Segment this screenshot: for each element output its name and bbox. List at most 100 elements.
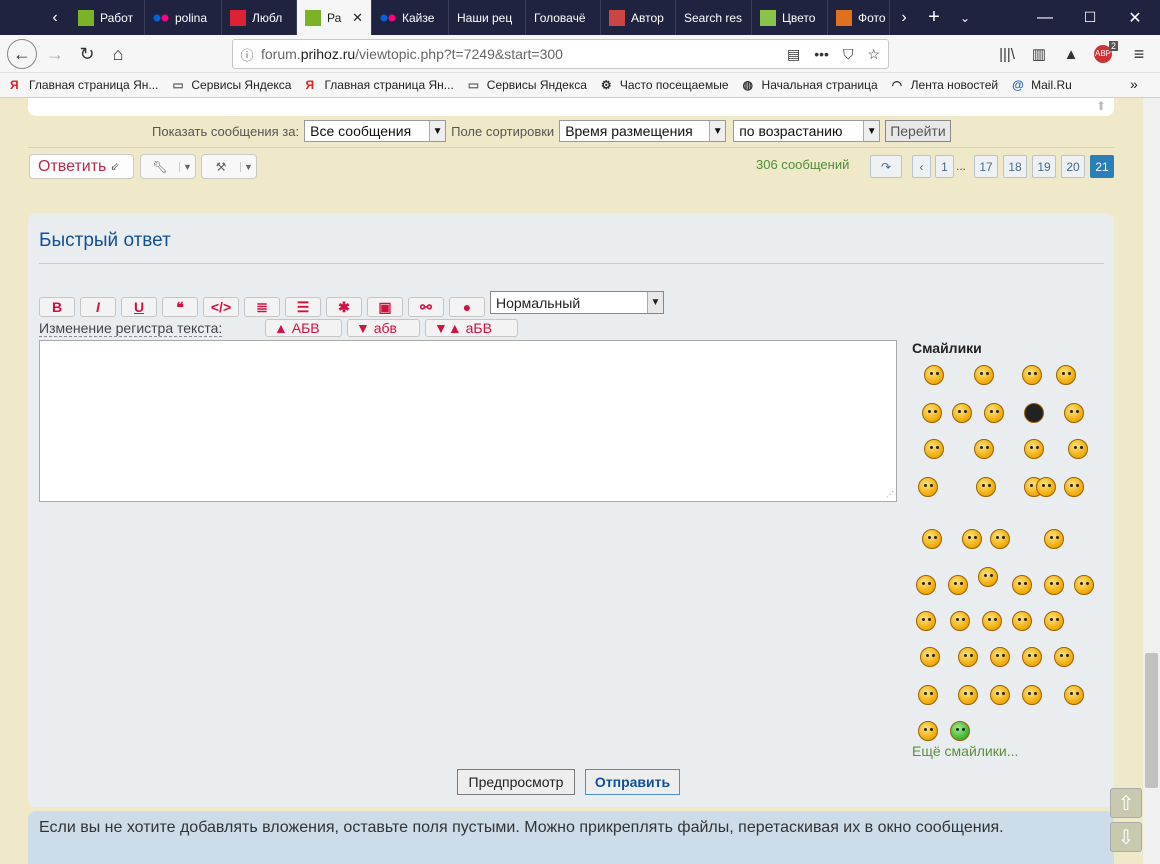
tab[interactable]: Кайзе bbox=[372, 0, 449, 35]
smiley-icon[interactable] bbox=[920, 647, 940, 667]
topic-tools-button[interactable]: 🔧︎ ▼ bbox=[140, 154, 196, 179]
tab[interactable]: Цвето bbox=[752, 0, 828, 35]
home-icon[interactable]: ⌂ bbox=[103, 39, 133, 69]
smiley-icon[interactable] bbox=[1056, 365, 1076, 385]
smiley-icon[interactable] bbox=[916, 575, 936, 595]
bookmark-star-icon[interactable]: ☆ bbox=[867, 46, 880, 63]
smiley-icon[interactable] bbox=[952, 403, 972, 423]
smiley-icon[interactable] bbox=[1064, 403, 1084, 423]
smiley-icon[interactable] bbox=[976, 477, 996, 497]
bookmarks-overflow-icon[interactable]: » bbox=[1130, 76, 1138, 92]
case-button[interactable]: ▲ АБВ bbox=[265, 319, 342, 337]
smiley-icon[interactable] bbox=[974, 365, 994, 385]
site-info-icon[interactable]: ⓘ bbox=[233, 45, 261, 64]
smiley-icon[interactable] bbox=[922, 403, 942, 423]
smiley-icon[interactable] bbox=[1074, 575, 1094, 595]
resize-grip-icon[interactable]: ⋰ bbox=[886, 490, 894, 499]
smiley-icon[interactable] bbox=[1036, 477, 1056, 497]
bookmark-item[interactable]: ◠ Лента новостей bbox=[892, 78, 999, 92]
smiley-icon[interactable] bbox=[1044, 529, 1064, 549]
moderator-tools-button[interactable]: ⚒ ▼ bbox=[201, 154, 257, 179]
tab[interactable]: Search res bbox=[676, 0, 752, 35]
pocket-icon[interactable]: ⛉ bbox=[843, 46, 854, 63]
smiley-icon[interactable] bbox=[918, 477, 938, 497]
page-link[interactable]: 18 bbox=[1003, 155, 1027, 178]
smiley-icon[interactable] bbox=[1022, 365, 1042, 385]
maximize-icon[interactable]: ☐ bbox=[1070, 0, 1110, 35]
preview-button[interactable]: Предпросмотр bbox=[457, 769, 575, 795]
smiley-icon[interactable] bbox=[958, 685, 978, 705]
tab[interactable]: Фото bbox=[828, 0, 890, 35]
bookmark-item[interactable]: ▭ Сервисы Яндекса bbox=[172, 78, 291, 92]
bookmark-item[interactable]: ◍ Начальная страница bbox=[743, 78, 878, 92]
smiley-icon[interactable] bbox=[984, 403, 1004, 423]
bold-icon[interactable]: B bbox=[39, 297, 75, 317]
link-icon[interactable]: ⚯ bbox=[408, 297, 444, 317]
sort-order-select[interactable]: по возрастанию ▼ bbox=[733, 120, 881, 142]
close-tab-icon[interactable]: ✕ bbox=[352, 10, 363, 26]
tab[interactable]: Автор bbox=[601, 0, 676, 35]
smiley-icon[interactable] bbox=[962, 529, 982, 549]
case-button[interactable]: ▼▲ аБВ bbox=[425, 319, 518, 337]
reply-button[interactable]: Ответить ⇙ bbox=[29, 154, 134, 179]
case-button[interactable]: ▼ абв bbox=[347, 319, 420, 337]
bookmark-item[interactable]: Я Главная страница Ян... bbox=[10, 78, 158, 92]
smiley-icon[interactable] bbox=[1064, 477, 1084, 497]
page-link[interactable]: 17 bbox=[974, 155, 998, 178]
bookmark-item[interactable]: Я Главная страница Ян... bbox=[305, 78, 453, 92]
tab[interactable]: Работ bbox=[70, 0, 145, 35]
image-icon[interactable]: ▣ bbox=[367, 297, 403, 317]
page-link[interactable]: 1 bbox=[935, 155, 954, 178]
back-to-top-icon[interactable]: ⬆ bbox=[1096, 99, 1106, 113]
smiley-icon[interactable] bbox=[990, 529, 1010, 549]
page-link[interactable]: 20 bbox=[1061, 155, 1085, 178]
smiley-icon[interactable] bbox=[1012, 575, 1032, 595]
smiley-icon[interactable] bbox=[978, 567, 998, 587]
submit-button[interactable]: Отправить bbox=[585, 769, 680, 795]
list-item-icon[interactable]: ✱ bbox=[326, 297, 362, 317]
page-link[interactable]: 21 bbox=[1090, 155, 1114, 178]
reader-view-icon[interactable]: ▤ bbox=[787, 46, 800, 63]
bookmark-item[interactable]: ⚙ Часто посещаемые bbox=[601, 78, 729, 92]
library-icon[interactable]: |||\ bbox=[992, 39, 1022, 69]
page-actions-icon[interactable]: ••• bbox=[814, 46, 829, 63]
reload-icon[interactable]: ↻ bbox=[72, 39, 102, 69]
smiley-icon[interactable] bbox=[948, 575, 968, 595]
smiley-icon[interactable] bbox=[916, 611, 936, 631]
italic-icon[interactable]: I bbox=[80, 297, 116, 317]
smiley-icon[interactable] bbox=[1054, 647, 1074, 667]
font-size-select[interactable]: Нормальный ▼ bbox=[490, 291, 664, 314]
bookmark-item[interactable]: ▭ Сервисы Яндекса bbox=[468, 78, 587, 92]
menu-icon[interactable]: ≡ bbox=[1124, 39, 1154, 69]
scroll-up-icon[interactable]: ⇧ bbox=[1110, 788, 1142, 818]
bookmark-item[interactable]: @ Mail.Ru bbox=[1012, 78, 1072, 92]
back-icon[interactable]: ← bbox=[7, 39, 37, 69]
jump-to-page-icon[interactable]: ↷ bbox=[870, 155, 902, 178]
smiley-icon[interactable] bbox=[918, 685, 938, 705]
scroll-down-icon[interactable]: ⇩ bbox=[1110, 822, 1142, 852]
smiley-icon[interactable] bbox=[1024, 439, 1044, 459]
smiley-icon[interactable] bbox=[924, 365, 944, 385]
sync-icon[interactable]: ▲ bbox=[1056, 39, 1086, 69]
tab[interactable]: Любл bbox=[222, 0, 297, 35]
smiley-icon[interactable] bbox=[982, 611, 1002, 631]
smiley-icon[interactable] bbox=[990, 685, 1010, 705]
tab[interactable]: Головачё bbox=[526, 0, 601, 35]
scrollbar[interactable] bbox=[1143, 98, 1160, 864]
smiley-icon[interactable] bbox=[1022, 685, 1042, 705]
page-link[interactable]: 19 bbox=[1032, 155, 1056, 178]
sort-field-select[interactable]: Время размещения ▼ bbox=[559, 120, 727, 142]
smiley-icon[interactable] bbox=[1044, 611, 1064, 631]
tabs-scroll-left-icon[interactable]: ‹ bbox=[40, 0, 70, 35]
smiley-icon[interactable] bbox=[1022, 647, 1042, 667]
tab-list-icon[interactable]: ⌄ bbox=[952, 0, 978, 35]
forward-icon[interactable]: → bbox=[40, 39, 70, 69]
code-icon[interactable]: </> bbox=[203, 297, 239, 317]
scrollbar-thumb[interactable] bbox=[1145, 653, 1158, 788]
smiley-icon[interactable] bbox=[918, 721, 938, 741]
smiley-icon[interactable] bbox=[1024, 403, 1044, 423]
close-window-icon[interactable]: ✕ bbox=[1115, 0, 1155, 35]
smiley-icon[interactable] bbox=[990, 647, 1010, 667]
smiley-icon[interactable] bbox=[1064, 685, 1084, 705]
smiley-icon[interactable] bbox=[974, 439, 994, 459]
